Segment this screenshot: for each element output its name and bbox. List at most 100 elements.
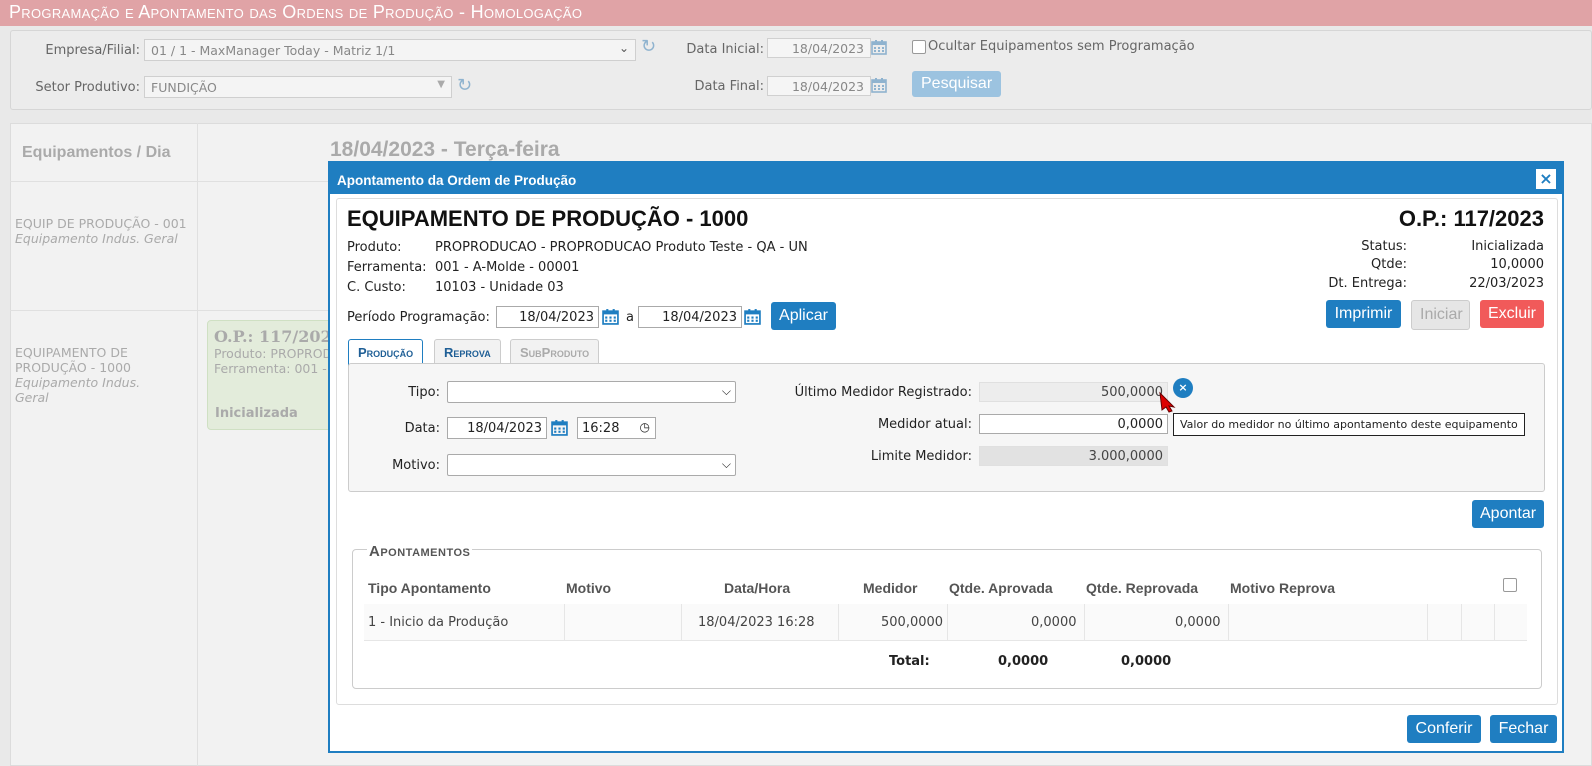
ccusto-label: C. Custo:	[347, 280, 406, 295]
tab-reprova[interactable]: Reprova	[434, 339, 501, 365]
limite-medidor-value: 3.000,0000	[979, 446, 1168, 466]
entrega-label: Dt. Entrega:	[1328, 276, 1407, 291]
op-card-produto: Produto: PROPRODUCAO	[214, 346, 331, 361]
calendar-icon[interactable]	[602, 308, 619, 325]
cursor-arrow-icon	[1159, 391, 1176, 413]
periodo-separator: a	[626, 310, 634, 325]
col-motivo-reprova: Motivo Reprova	[1230, 580, 1336, 596]
grid-divider	[197, 123, 198, 766]
cell-tipo: 1 - Inicio da Produção	[368, 615, 509, 630]
equipment-row[interactable]: EQUIP DE PRODUÇÃO - 001 Equipamento Indu…	[15, 216, 195, 246]
day-header: 18/04/2023 - Terça-feira	[330, 138, 560, 161]
motivo-select[interactable]: ⌵	[447, 454, 736, 476]
pesquisar-button[interactable]: Pesquisar	[912, 71, 1002, 97]
ultimo-medidor-label: Último Medidor Registrado:	[794, 385, 972, 400]
apontar-button[interactable]: Apontar	[1472, 500, 1544, 528]
aplicar-button[interactable]: Aplicar	[771, 302, 836, 330]
ultimo-medidor-value: 500,0000	[979, 382, 1168, 402]
tipo-label: Tipo:	[408, 385, 440, 400]
hora-input[interactable]: 16:28 ◷	[577, 417, 656, 439]
refresh-icon[interactable]: ↻	[641, 38, 661, 58]
data-inicial-input[interactable]: 18/04/2023	[767, 38, 871, 58]
col-medidor: Medidor	[863, 580, 918, 596]
row-divider	[10, 310, 328, 311]
caret-down-icon: ▼	[437, 79, 445, 90]
table-row[interactable]	[364, 604, 1527, 641]
limite-medidor-label: Limite Medidor:	[870, 449, 972, 464]
imprimir-button[interactable]: Imprimir	[1326, 300, 1401, 328]
modal-title: Apontamento da Ordem de Produção	[330, 163, 1562, 194]
ocultar-checkbox[interactable]	[912, 40, 926, 54]
op-card-title: O.P.: 117/2023	[214, 327, 332, 346]
periodo-fim-input[interactable]: 18/04/2023	[638, 306, 742, 328]
equipment-title: EQUIPAMENTO DE PRODUÇÃO - 1000	[347, 206, 749, 231]
medidor-atual-input[interactable]: 0,0000	[979, 414, 1168, 434]
apontamento-modal: Apontamento da Ordem de Produção × EQUIP…	[328, 161, 1564, 753]
clock-icon: ◷	[639, 420, 650, 434]
chevron-down-icon: ⌵	[721, 384, 731, 398]
op-card-status: Inicializada	[215, 406, 298, 421]
refresh-icon[interactable]: ↻	[457, 77, 477, 97]
tab-subproduto[interactable]: SubProduto	[510, 339, 600, 365]
cell-divider	[1494, 604, 1495, 641]
medidor-atual-label: Medidor atual:	[877, 417, 972, 432]
qtde-value: 10,0000	[1490, 257, 1544, 272]
equipment-type: Equipamento Indus. Geral	[15, 375, 141, 405]
produto-label: Produto:	[347, 240, 402, 255]
motivo-label: Motivo:	[392, 458, 440, 473]
cell-divider	[947, 604, 948, 641]
setor-label: Setor Produtivo:	[35, 80, 140, 95]
calendar-icon[interactable]	[744, 308, 761, 325]
calendar-icon[interactable]	[551, 419, 568, 436]
entrega-value: 22/03/2023	[1469, 276, 1544, 291]
col-tipo: Tipo Apontamento	[368, 580, 491, 596]
hora-value: 16:28	[582, 421, 620, 436]
total-aprovada: 0,0000	[998, 654, 1049, 669]
empresa-value: 01 / 1 - MaxManager Today - Matriz 1/1	[151, 43, 396, 58]
cell-divider	[1228, 604, 1229, 641]
conferir-button[interactable]: Conferir	[1407, 715, 1481, 743]
select-all-checkbox[interactable]	[1503, 578, 1517, 592]
data-label: Data:	[404, 421, 440, 436]
chevron-down-icon: ⌄	[618, 41, 629, 55]
fechar-button[interactable]: Fechar	[1490, 715, 1557, 743]
equipments-header: Equipamentos / Dia	[22, 144, 171, 161]
tipo-select[interactable]: ⌵	[447, 381, 736, 403]
cell-divider	[1461, 604, 1462, 641]
calendar-icon[interactable]	[871, 39, 887, 55]
ccusto-value: 10103 - Unidade 03	[435, 280, 564, 295]
calendar-icon[interactable]	[871, 77, 887, 93]
equipment-name: EQUIPAMENTO DE PRODUÇÃO - 1000	[15, 345, 132, 375]
cell-divider	[564, 604, 565, 641]
total-label: Total:	[889, 654, 930, 669]
excluir-button[interactable]: Excluir	[1480, 300, 1544, 328]
col-motivo: Motivo	[566, 580, 612, 596]
row-divider	[10, 181, 328, 182]
qtde-label: Qtde:	[1371, 257, 1407, 272]
cell-datahora: 18/04/2023 16:28	[698, 615, 815, 630]
cell-aprovada: 0,0000	[1031, 615, 1077, 630]
data-final-input[interactable]: 18/04/2023	[767, 76, 871, 96]
col-datahora: Data/Hora	[724, 580, 791, 596]
page-title: Programação e Apontamento das Ordens de …	[0, 0, 1592, 26]
setor-select[interactable]: FUNDIÇÃO ▼	[144, 76, 452, 98]
close-icon[interactable]: ×	[1535, 168, 1557, 190]
chevron-down-icon: ⌵	[721, 457, 731, 471]
periodo-inicio-input[interactable]: 18/04/2023	[496, 306, 599, 328]
ocultar-label: Ocultar Equipamentos sem Programação	[928, 39, 1195, 54]
equipment-row[interactable]: EQUIPAMENTO DE PRODUÇÃO - 1000 Equipamen…	[15, 345, 165, 405]
cell-divider	[838, 604, 839, 641]
cell-divider	[1427, 604, 1428, 641]
equipment-name: EQUIP DE PRODUÇÃO - 001	[15, 216, 187, 231]
ferramenta-value: 001 - A-Molde - 00001	[435, 260, 580, 275]
iniciar-button[interactable]: Iniciar	[1411, 300, 1470, 330]
data-input[interactable]: 18/04/2023	[447, 417, 547, 439]
cell-divider	[681, 604, 682, 641]
data-inicial-label: Data Inicial:	[686, 42, 764, 57]
produto-value: PROPRODUCAO - PROPRODUCAO Produto Teste …	[435, 240, 808, 255]
op-card[interactable]: O.P.: 117/2023 Produto: PROPRODUCAO Ferr…	[207, 320, 332, 430]
status-label: Status:	[1361, 239, 1407, 254]
status-value: Inicializada	[1471, 239, 1544, 254]
empresa-label: Empresa/Filial:	[45, 43, 140, 58]
empresa-select[interactable]: 01 / 1 - MaxManager Today - Matriz 1/1 ⌄	[144, 39, 636, 61]
